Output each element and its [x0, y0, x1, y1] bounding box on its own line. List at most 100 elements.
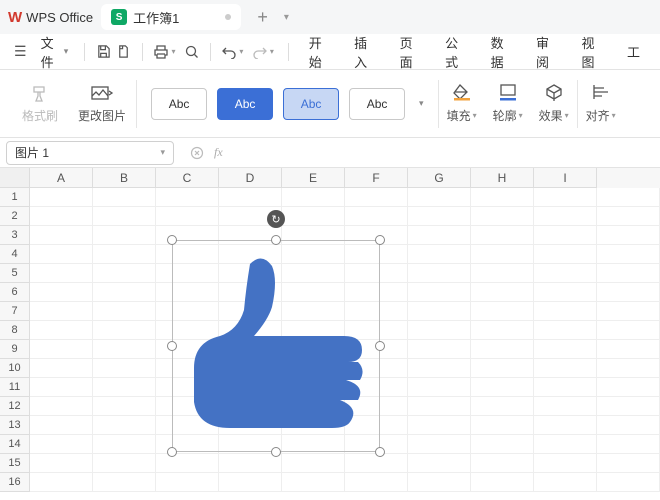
cell[interactable]	[93, 340, 156, 359]
cell[interactable]	[93, 245, 156, 264]
cells-area[interactable]: // we'll inject rows via JS below after …	[30, 188, 660, 492]
col-header[interactable]: D	[219, 168, 282, 188]
cell[interactable]	[30, 435, 93, 454]
cell[interactable]	[30, 188, 93, 207]
row-header[interactable]: 1	[0, 188, 30, 207]
file-menu[interactable]: 文件 ▾	[35, 33, 75, 71]
cell[interactable]	[345, 454, 408, 473]
style-more-icon[interactable]: ▾	[415, 98, 424, 109]
redo-icon[interactable]	[251, 42, 268, 62]
cell[interactable]	[93, 264, 156, 283]
cell[interactable]	[534, 321, 597, 340]
row-header[interactable]: 13	[0, 416, 30, 435]
cell[interactable]	[534, 473, 597, 492]
cell[interactable]	[408, 321, 471, 340]
cell[interactable]	[534, 264, 597, 283]
cell[interactable]	[597, 264, 660, 283]
cell[interactable]	[93, 454, 156, 473]
style-sample-1[interactable]: Abc	[151, 88, 207, 120]
select-all-corner[interactable]	[0, 168, 30, 188]
cell[interactable]	[597, 397, 660, 416]
cell[interactable]	[471, 207, 534, 226]
row-header[interactable]: 14	[0, 435, 30, 454]
cell[interactable]	[597, 226, 660, 245]
cell[interactable]	[408, 340, 471, 359]
cell[interactable]	[30, 340, 93, 359]
cell[interactable]	[471, 473, 534, 492]
style-sample-3[interactable]: Abc	[283, 88, 339, 120]
cell[interactable]	[408, 359, 471, 378]
col-header[interactable]: H	[471, 168, 534, 188]
cell[interactable]	[345, 207, 408, 226]
cell[interactable]	[597, 473, 660, 492]
cell[interactable]	[30, 473, 93, 492]
row-header[interactable]: 5	[0, 264, 30, 283]
cell[interactable]	[93, 359, 156, 378]
row-header[interactable]: 15	[0, 454, 30, 473]
cell[interactable]	[30, 302, 93, 321]
row-header[interactable]: 10	[0, 359, 30, 378]
menu-start[interactable]: 开始	[299, 34, 340, 69]
cell[interactable]	[534, 226, 597, 245]
cell[interactable]	[471, 454, 534, 473]
row-header[interactable]: 2	[0, 207, 30, 226]
effect-tool[interactable]: 效果▾	[531, 83, 577, 124]
cell[interactable]	[408, 454, 471, 473]
cell[interactable]	[408, 264, 471, 283]
row-header[interactable]: 4	[0, 245, 30, 264]
cell[interactable]	[597, 378, 660, 397]
menu-data[interactable]: 数据	[481, 34, 522, 69]
row-header[interactable]: 9	[0, 340, 30, 359]
cell[interactable]	[30, 454, 93, 473]
change-image-group[interactable]: 更改图片	[68, 70, 136, 137]
col-header[interactable]: I	[534, 168, 597, 188]
cell[interactable]	[345, 473, 408, 492]
cell[interactable]	[534, 302, 597, 321]
cell[interactable]	[282, 207, 345, 226]
cell[interactable]	[534, 378, 597, 397]
cell[interactable]	[534, 340, 597, 359]
resize-handle-nw[interactable]	[167, 235, 177, 245]
cell[interactable]	[30, 378, 93, 397]
cell[interactable]	[597, 207, 660, 226]
cell[interactable]	[534, 245, 597, 264]
cell[interactable]	[408, 226, 471, 245]
resize-handle-ne[interactable]	[375, 235, 385, 245]
cell[interactable]	[534, 207, 597, 226]
cell[interactable]	[156, 188, 219, 207]
cell[interactable]	[471, 435, 534, 454]
cell[interactable]	[597, 359, 660, 378]
cell[interactable]	[408, 473, 471, 492]
menu-insert[interactable]: 插入	[344, 34, 385, 69]
cell[interactable]	[471, 416, 534, 435]
col-header[interactable]: E	[282, 168, 345, 188]
cell[interactable]	[534, 416, 597, 435]
cell[interactable]	[471, 340, 534, 359]
resize-handle-se[interactable]	[375, 447, 385, 457]
cell[interactable]	[93, 283, 156, 302]
tabs-dropdown-icon[interactable]: ▾	[284, 12, 289, 23]
row-header[interactable]: 11	[0, 378, 30, 397]
cell[interactable]	[471, 302, 534, 321]
rotate-handle[interactable]: ↻	[267, 210, 285, 228]
cell[interactable]	[93, 188, 156, 207]
row-header[interactable]: 16	[0, 473, 30, 492]
cell[interactable]	[30, 321, 93, 340]
outline-tool[interactable]: 轮廓▾	[485, 83, 531, 124]
cell[interactable]	[534, 435, 597, 454]
style-sample-2[interactable]: Abc	[217, 88, 273, 120]
row-header[interactable]: 12	[0, 397, 30, 416]
hamburger-icon[interactable]: ☰	[10, 43, 31, 60]
cell[interactable]	[597, 245, 660, 264]
document-tab[interactable]: S 工作簿1	[101, 4, 241, 30]
cell[interactable]	[471, 283, 534, 302]
col-header[interactable]: G	[408, 168, 471, 188]
resize-handle-e[interactable]	[375, 341, 385, 351]
cell[interactable]	[597, 283, 660, 302]
row-header[interactable]: 3	[0, 226, 30, 245]
cell[interactable]	[597, 435, 660, 454]
selected-shape[interactable]: ↻	[172, 240, 380, 452]
menu-tools[interactable]: 工	[617, 34, 650, 69]
menu-view[interactable]: 视图	[572, 34, 613, 69]
cell[interactable]	[408, 245, 471, 264]
